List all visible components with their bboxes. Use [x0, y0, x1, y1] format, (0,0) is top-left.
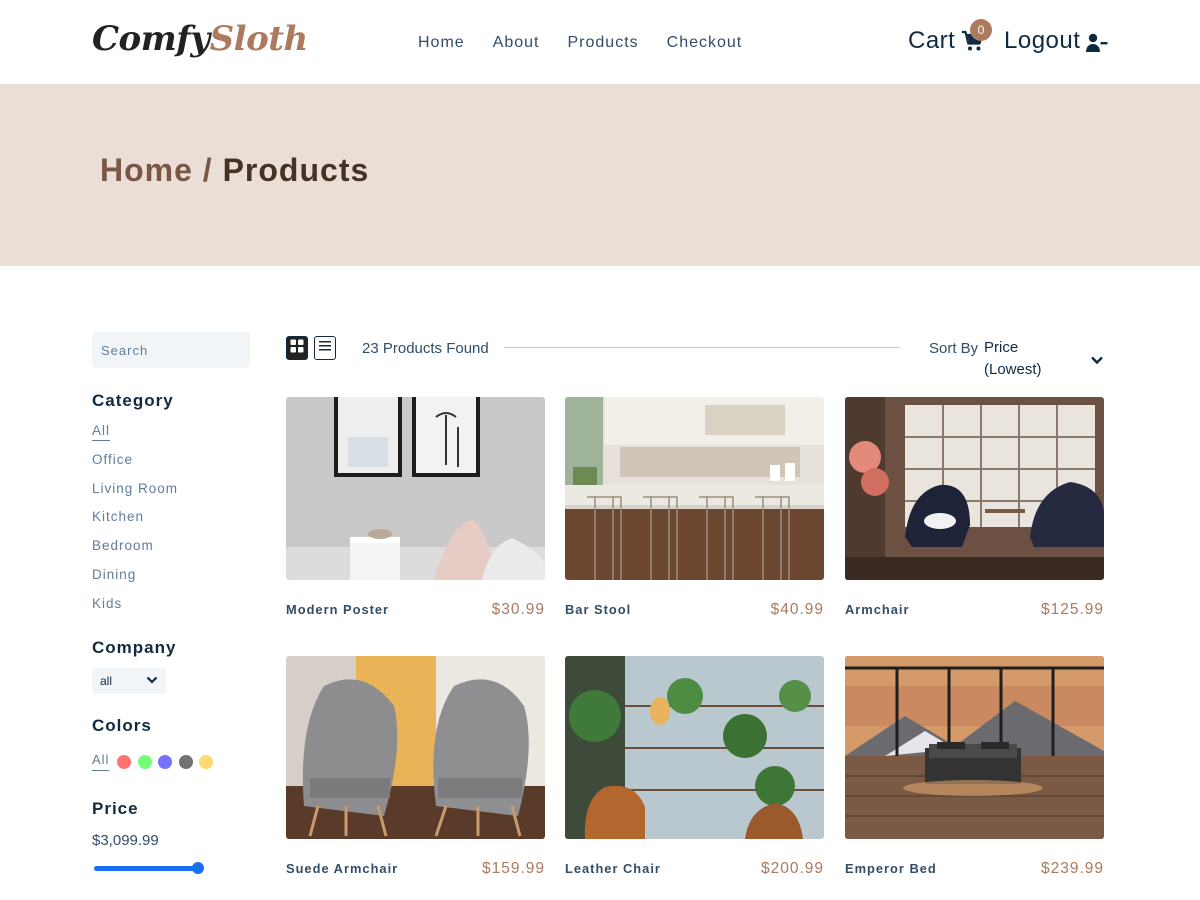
product-image-modern-poster[interactable] [286, 397, 545, 580]
company-selected-value: all [100, 674, 113, 688]
color-swatch-black[interactable] [178, 754, 193, 769]
company-select[interactable]: all [92, 668, 166, 694]
navbar: ComfySloth Home About Products Checkout … [0, 0, 1200, 84]
logout-button[interactable]: Logout [1004, 26, 1108, 56]
product-footer: Modern Poster $30.99 [286, 600, 545, 620]
product-card[interactable]: Armchair $125.99 [845, 397, 1104, 618]
product-price: $40.99 [770, 601, 824, 618]
chevron-down-icon [1090, 352, 1104, 366]
product-price: $125.99 [1040, 601, 1104, 618]
search-input[interactable] [92, 332, 250, 368]
product-footer: Suede Armchair $159.99 [286, 859, 545, 879]
price-value: $3,099.99 [92, 832, 159, 849]
product-image-leather-chair[interactable] [565, 656, 824, 839]
color-all-button[interactable]: All [92, 752, 110, 771]
logo-part-2: Sloth [209, 19, 309, 59]
cart-label: Cart [908, 27, 956, 54]
price-range-track [94, 866, 202, 871]
page-hero: Home / Products [0, 84, 1200, 266]
product-footer: Leather Chair $200.99 [565, 859, 824, 879]
product-card[interactable]: Emperor Bed $239.99 [845, 656, 1104, 877]
colors-row: All [92, 752, 220, 771]
product-name: Modern Poster [286, 602, 390, 617]
user-minus-icon [1086, 31, 1108, 52]
category-item-kids[interactable]: Kids [92, 595, 178, 624]
logo[interactable]: ComfySloth [92, 16, 308, 62]
color-swatch-blue[interactable] [158, 754, 173, 769]
color-swatch-red[interactable] [117, 754, 132, 769]
color-swatch-green[interactable] [137, 754, 152, 769]
product-image-emperor-bed[interactable] [845, 656, 1104, 839]
breadcrumb-current: Products [222, 152, 370, 188]
sort-label: Sort By [929, 340, 979, 357]
nav-link-home[interactable]: Home [418, 32, 465, 54]
category-item-living-room[interactable]: Living Room [92, 480, 178, 509]
products-found-count: 23 Products Found [362, 340, 489, 357]
cart-count-badge: 0 [970, 19, 992, 41]
nav-link-checkout[interactable]: Checkout [667, 32, 743, 54]
product-footer: Emperor Bed $239.99 [845, 859, 1104, 879]
price-range-slider[interactable] [92, 862, 206, 874]
product-card[interactable]: Bar Stool $40.99 [565, 397, 824, 618]
logout-label: Logout [1004, 27, 1081, 54]
product-price: $239.99 [1040, 860, 1104, 877]
chevron-down-icon [146, 674, 158, 688]
sort-selected-value: Price (Lowest) [984, 339, 1042, 378]
product-name: Suede Armchair [286, 861, 399, 876]
category-list: All Office Living Room Kitchen Bedroom D… [92, 422, 178, 624]
product-card[interactable]: Modern Poster $30.99 [286, 397, 545, 618]
nav-link-about[interactable]: About [493, 32, 540, 54]
category-item-dining[interactable]: Dining [92, 566, 178, 595]
logo-part-1: Comfy [92, 19, 210, 59]
category-item-kitchen[interactable]: Kitchen [92, 508, 178, 537]
product-footer: Bar Stool $40.99 [565, 600, 824, 620]
product-name: Armchair [845, 602, 910, 617]
product-name: Bar Stool [565, 602, 632, 617]
sort-select[interactable]: Price (Lowest) [984, 337, 1104, 381]
colors-heading: Colors [92, 716, 152, 735]
nav-links: Home About Products Checkout [418, 32, 742, 54]
breadcrumb: Home / Products [100, 150, 369, 190]
product-price: $30.99 [491, 601, 545, 618]
product-footer: Armchair $125.99 [845, 600, 1104, 620]
category-item-all[interactable]: All [92, 422, 178, 451]
product-price: $159.99 [481, 860, 545, 877]
product-image-armchair[interactable] [845, 397, 1104, 580]
list-view-button[interactable] [314, 336, 336, 360]
grid-view-button[interactable] [286, 336, 308, 360]
grid-icon [290, 339, 304, 358]
category-heading: Category [92, 391, 174, 410]
product-card[interactable]: Leather Chair $200.99 [565, 656, 824, 877]
filters-sidebar: Category All Office Living Room Kitchen … [92, 332, 262, 874]
sort-bar: 23 Products Found Sort By Price (Lowest) [286, 336, 1104, 378]
price-range-thumb[interactable] [192, 862, 204, 874]
product-name: Emperor Bed [845, 861, 937, 876]
color-swatch-yellow[interactable] [199, 754, 214, 769]
product-card[interactable]: Suede Armchair $159.99 [286, 656, 545, 877]
product-price: $200.99 [760, 860, 824, 877]
breadcrumb-home-link[interactable]: Home / [100, 152, 213, 188]
sort-divider [504, 347, 900, 348]
product-image-suede-armchair[interactable] [286, 656, 545, 839]
list-icon [318, 339, 332, 358]
product-image-bar-stool[interactable] [565, 397, 824, 580]
nav-link-products[interactable]: Products [568, 32, 639, 54]
product-name: Leather Chair [565, 861, 661, 876]
price-heading: Price [92, 799, 139, 818]
company-heading: Company [92, 638, 177, 657]
category-item-office[interactable]: Office [92, 451, 178, 480]
category-item-bedroom[interactable]: Bedroom [92, 537, 178, 566]
